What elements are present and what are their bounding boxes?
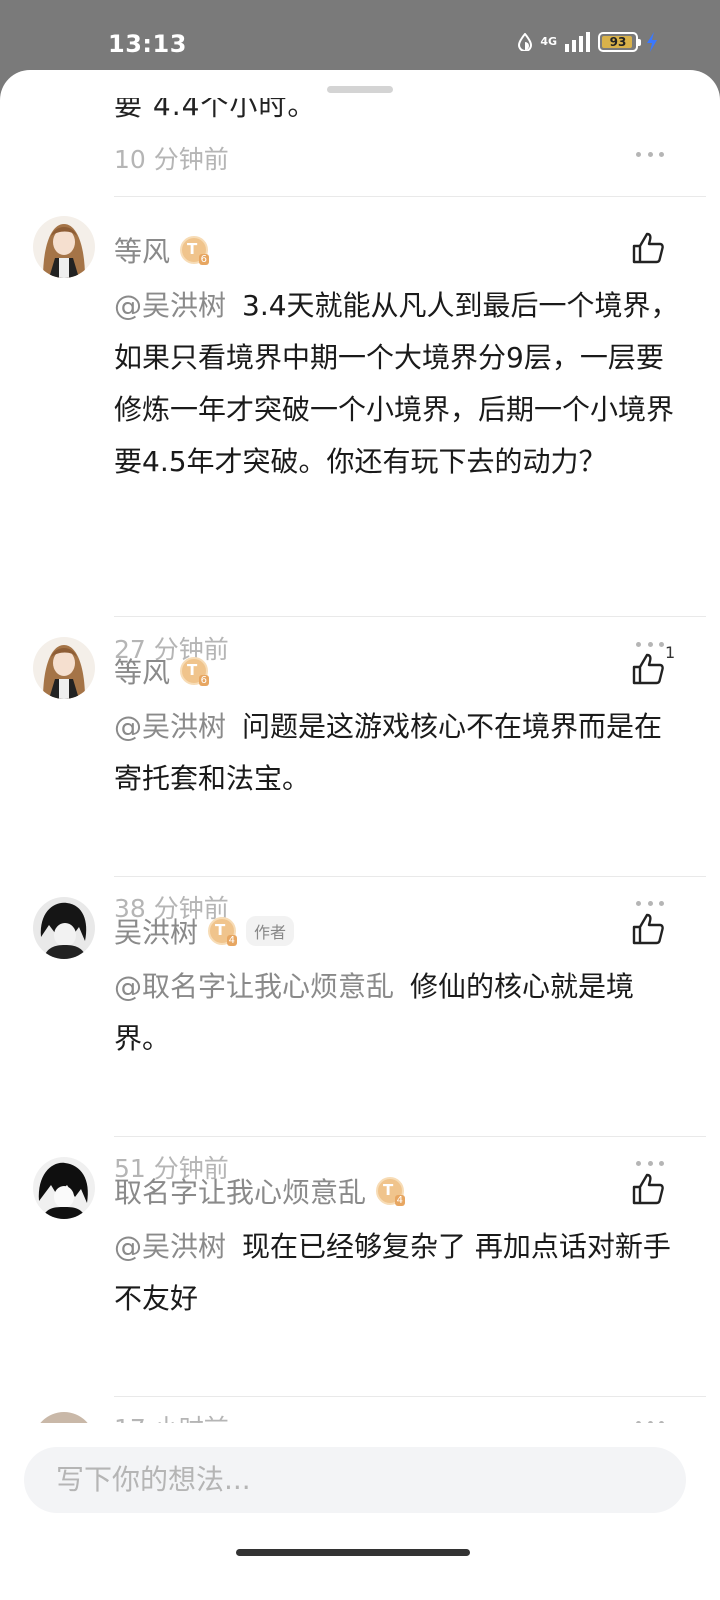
username[interactable]: 吴洪树 bbox=[114, 911, 198, 951]
comment-header: 等风 T6 bbox=[114, 230, 210, 270]
status-bar: 13:13 4G 93 bbox=[0, 0, 720, 72]
battery-icon: 93 bbox=[598, 32, 641, 52]
avatar[interactable] bbox=[33, 637, 95, 699]
comment-input-bar: 写下你的想法... bbox=[0, 1423, 720, 1600]
comment-input[interactable]: 写下你的想法... bbox=[24, 1447, 686, 1513]
sheet-drag-handle[interactable] bbox=[327, 86, 393, 93]
thumbs-up-icon[interactable] bbox=[630, 1171, 666, 1207]
more-options-icon[interactable] bbox=[636, 901, 664, 911]
comment-header: 吴洪树 T4 作者 bbox=[114, 911, 295, 951]
comment-time: 10 分钟前 bbox=[114, 145, 229, 174]
thumbs-up-icon[interactable] bbox=[630, 230, 666, 266]
network-type-label: 4G bbox=[540, 35, 557, 48]
comment-header: 取名字让我心烦意乱 T4 bbox=[114, 1171, 406, 1211]
divider bbox=[114, 616, 706, 617]
avatar[interactable] bbox=[33, 216, 95, 278]
level-badge: T4 bbox=[208, 917, 238, 946]
mention-link[interactable]: @取名字让我心烦意乱 bbox=[114, 970, 394, 1003]
comment-body: @吴洪树 现在已经够复杂了 再加点话对新手不友好 bbox=[114, 1221, 684, 1325]
divider bbox=[114, 196, 706, 197]
thumbs-up-icon[interactable] bbox=[630, 651, 666, 687]
more-options-icon[interactable] bbox=[636, 152, 664, 162]
mention-link[interactable]: @吴洪树 bbox=[114, 710, 226, 743]
level-badge: T4 bbox=[376, 1177, 406, 1206]
thumbs-up-icon[interactable] bbox=[630, 911, 666, 947]
avatar[interactable] bbox=[33, 1157, 95, 1219]
divider bbox=[114, 1396, 706, 1397]
comment-body: @吴洪树 3.4天就能从凡人到最后一个境界，如果只看境界中期一个大境界分9层，一层… bbox=[114, 280, 684, 488]
comment-body: @吴洪树 问题是这游戏核心不在境界而是在寄托套和法宝。 bbox=[114, 701, 684, 805]
divider bbox=[114, 876, 706, 877]
avatar[interactable] bbox=[33, 897, 95, 959]
like-count: 1 bbox=[665, 643, 676, 662]
level-badge: T6 bbox=[180, 236, 210, 265]
mention-link[interactable]: @吴洪树 bbox=[114, 1230, 226, 1263]
comment-header: 等风 T6 bbox=[114, 651, 210, 691]
comments-sheet: 要 4.4个小时。 10 分钟前 等风 T6 @吴洪树 3.4天就能从凡人到最后一… bbox=[0, 70, 720, 1600]
status-time: 13:13 bbox=[108, 30, 187, 58]
username[interactable]: 等风 bbox=[114, 230, 170, 270]
divider bbox=[114, 1136, 706, 1137]
more-options-icon[interactable] bbox=[636, 1161, 664, 1171]
level-badge: T6 bbox=[180, 657, 210, 686]
comment-body: @取名字让我心烦意乱 修仙的核心就是境界。 bbox=[114, 961, 684, 1065]
status-icons: 4G 93 bbox=[518, 32, 658, 52]
username[interactable]: 等风 bbox=[114, 651, 170, 691]
battery-level: 93 bbox=[609, 35, 627, 49]
charging-icon bbox=[647, 32, 657, 52]
home-indicator[interactable] bbox=[236, 1549, 470, 1556]
mention-link[interactable]: @吴洪树 bbox=[114, 289, 226, 322]
partial-comment-text: 要 4.4个小时。 bbox=[114, 89, 317, 122]
data-saver-icon bbox=[518, 33, 533, 51]
username[interactable]: 取名字让我心烦意乱 bbox=[114, 1171, 366, 1211]
signal-icon bbox=[565, 32, 590, 52]
author-badge: 作者 bbox=[246, 916, 295, 946]
